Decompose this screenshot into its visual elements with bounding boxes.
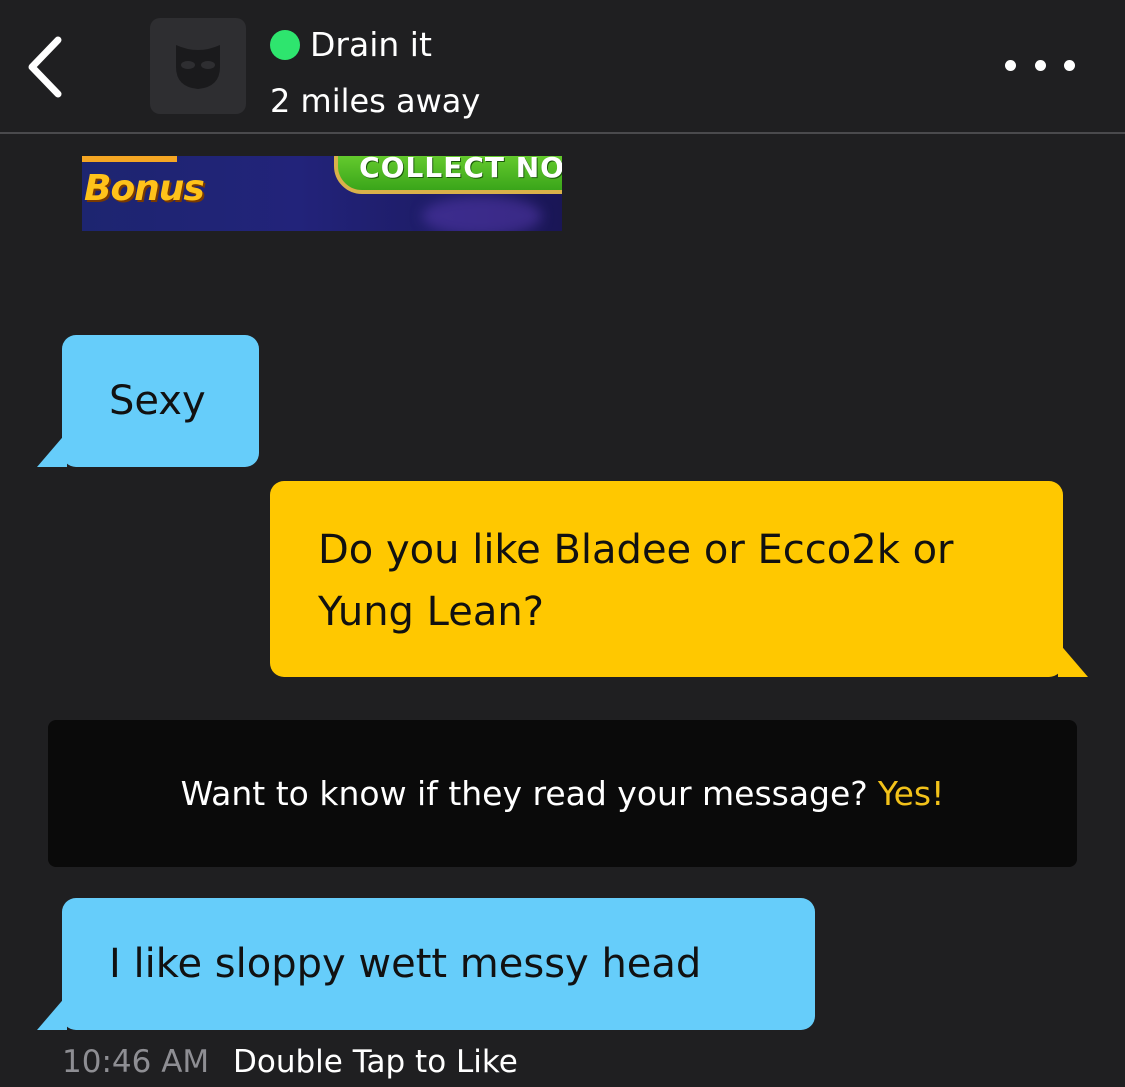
bubble-tail bbox=[37, 432, 67, 467]
chat-header: Drain it 2 miles away bbox=[0, 0, 1125, 134]
ad-decoration bbox=[82, 156, 177, 162]
back-button[interactable] bbox=[22, 32, 72, 102]
double-tap-hint: Double Tap to Like bbox=[233, 1044, 518, 1080]
outgoing-message[interactable]: Do you like Bladee or Ecco2k or Yung Lea… bbox=[270, 481, 1063, 677]
message-text: Yung Lean? bbox=[318, 589, 544, 635]
bubble-tail bbox=[1058, 642, 1088, 677]
incoming-message[interactable]: I like sloppy wett messy head bbox=[62, 898, 815, 1030]
avatar[interactable] bbox=[150, 18, 246, 114]
ellipsis-icon bbox=[1034, 59, 1046, 71]
message-text: I like sloppy wett messy head bbox=[109, 941, 702, 987]
incoming-message[interactable]: Sexy bbox=[62, 335, 259, 467]
profile-distance: 2 miles away bbox=[270, 82, 481, 120]
ellipsis-icon bbox=[1005, 59, 1016, 71]
message-meta: 10:46 AM Double Tap to Like bbox=[62, 1040, 518, 1084]
ad-collect-label: COLLECT NOW bbox=[359, 156, 562, 184]
promo-text: Want to know if they read your message? bbox=[180, 774, 868, 813]
ellipsis-icon bbox=[1064, 59, 1075, 71]
ad-bonus-label: Bonus bbox=[84, 168, 205, 209]
online-status-dot bbox=[270, 30, 300, 60]
more-options-button[interactable] bbox=[1005, 52, 1075, 78]
chevron-left-icon bbox=[28, 36, 62, 98]
ad-banner[interactable]: Bonus COLLECT NOW bbox=[82, 156, 562, 231]
message-text: Do you like Bladee or Ecco2k or bbox=[318, 527, 954, 573]
ad-collect-button[interactable]: COLLECT NOW bbox=[334, 156, 562, 194]
bubble-tail bbox=[37, 995, 67, 1030]
message-timestamp: 10:46 AM bbox=[62, 1044, 210, 1080]
message-text: Sexy bbox=[109, 378, 206, 424]
ad-decoration bbox=[422, 196, 542, 231]
read-receipt-promo: Want to know if they read your message? … bbox=[48, 720, 1077, 867]
mask-icon bbox=[176, 45, 220, 89]
chat-screen: Drain it 2 miles away Bonus COLLECT NOW … bbox=[0, 0, 1125, 1087]
promo-yes-link[interactable]: Yes! bbox=[878, 774, 945, 813]
profile-name[interactable]: Drain it bbox=[310, 24, 432, 66]
